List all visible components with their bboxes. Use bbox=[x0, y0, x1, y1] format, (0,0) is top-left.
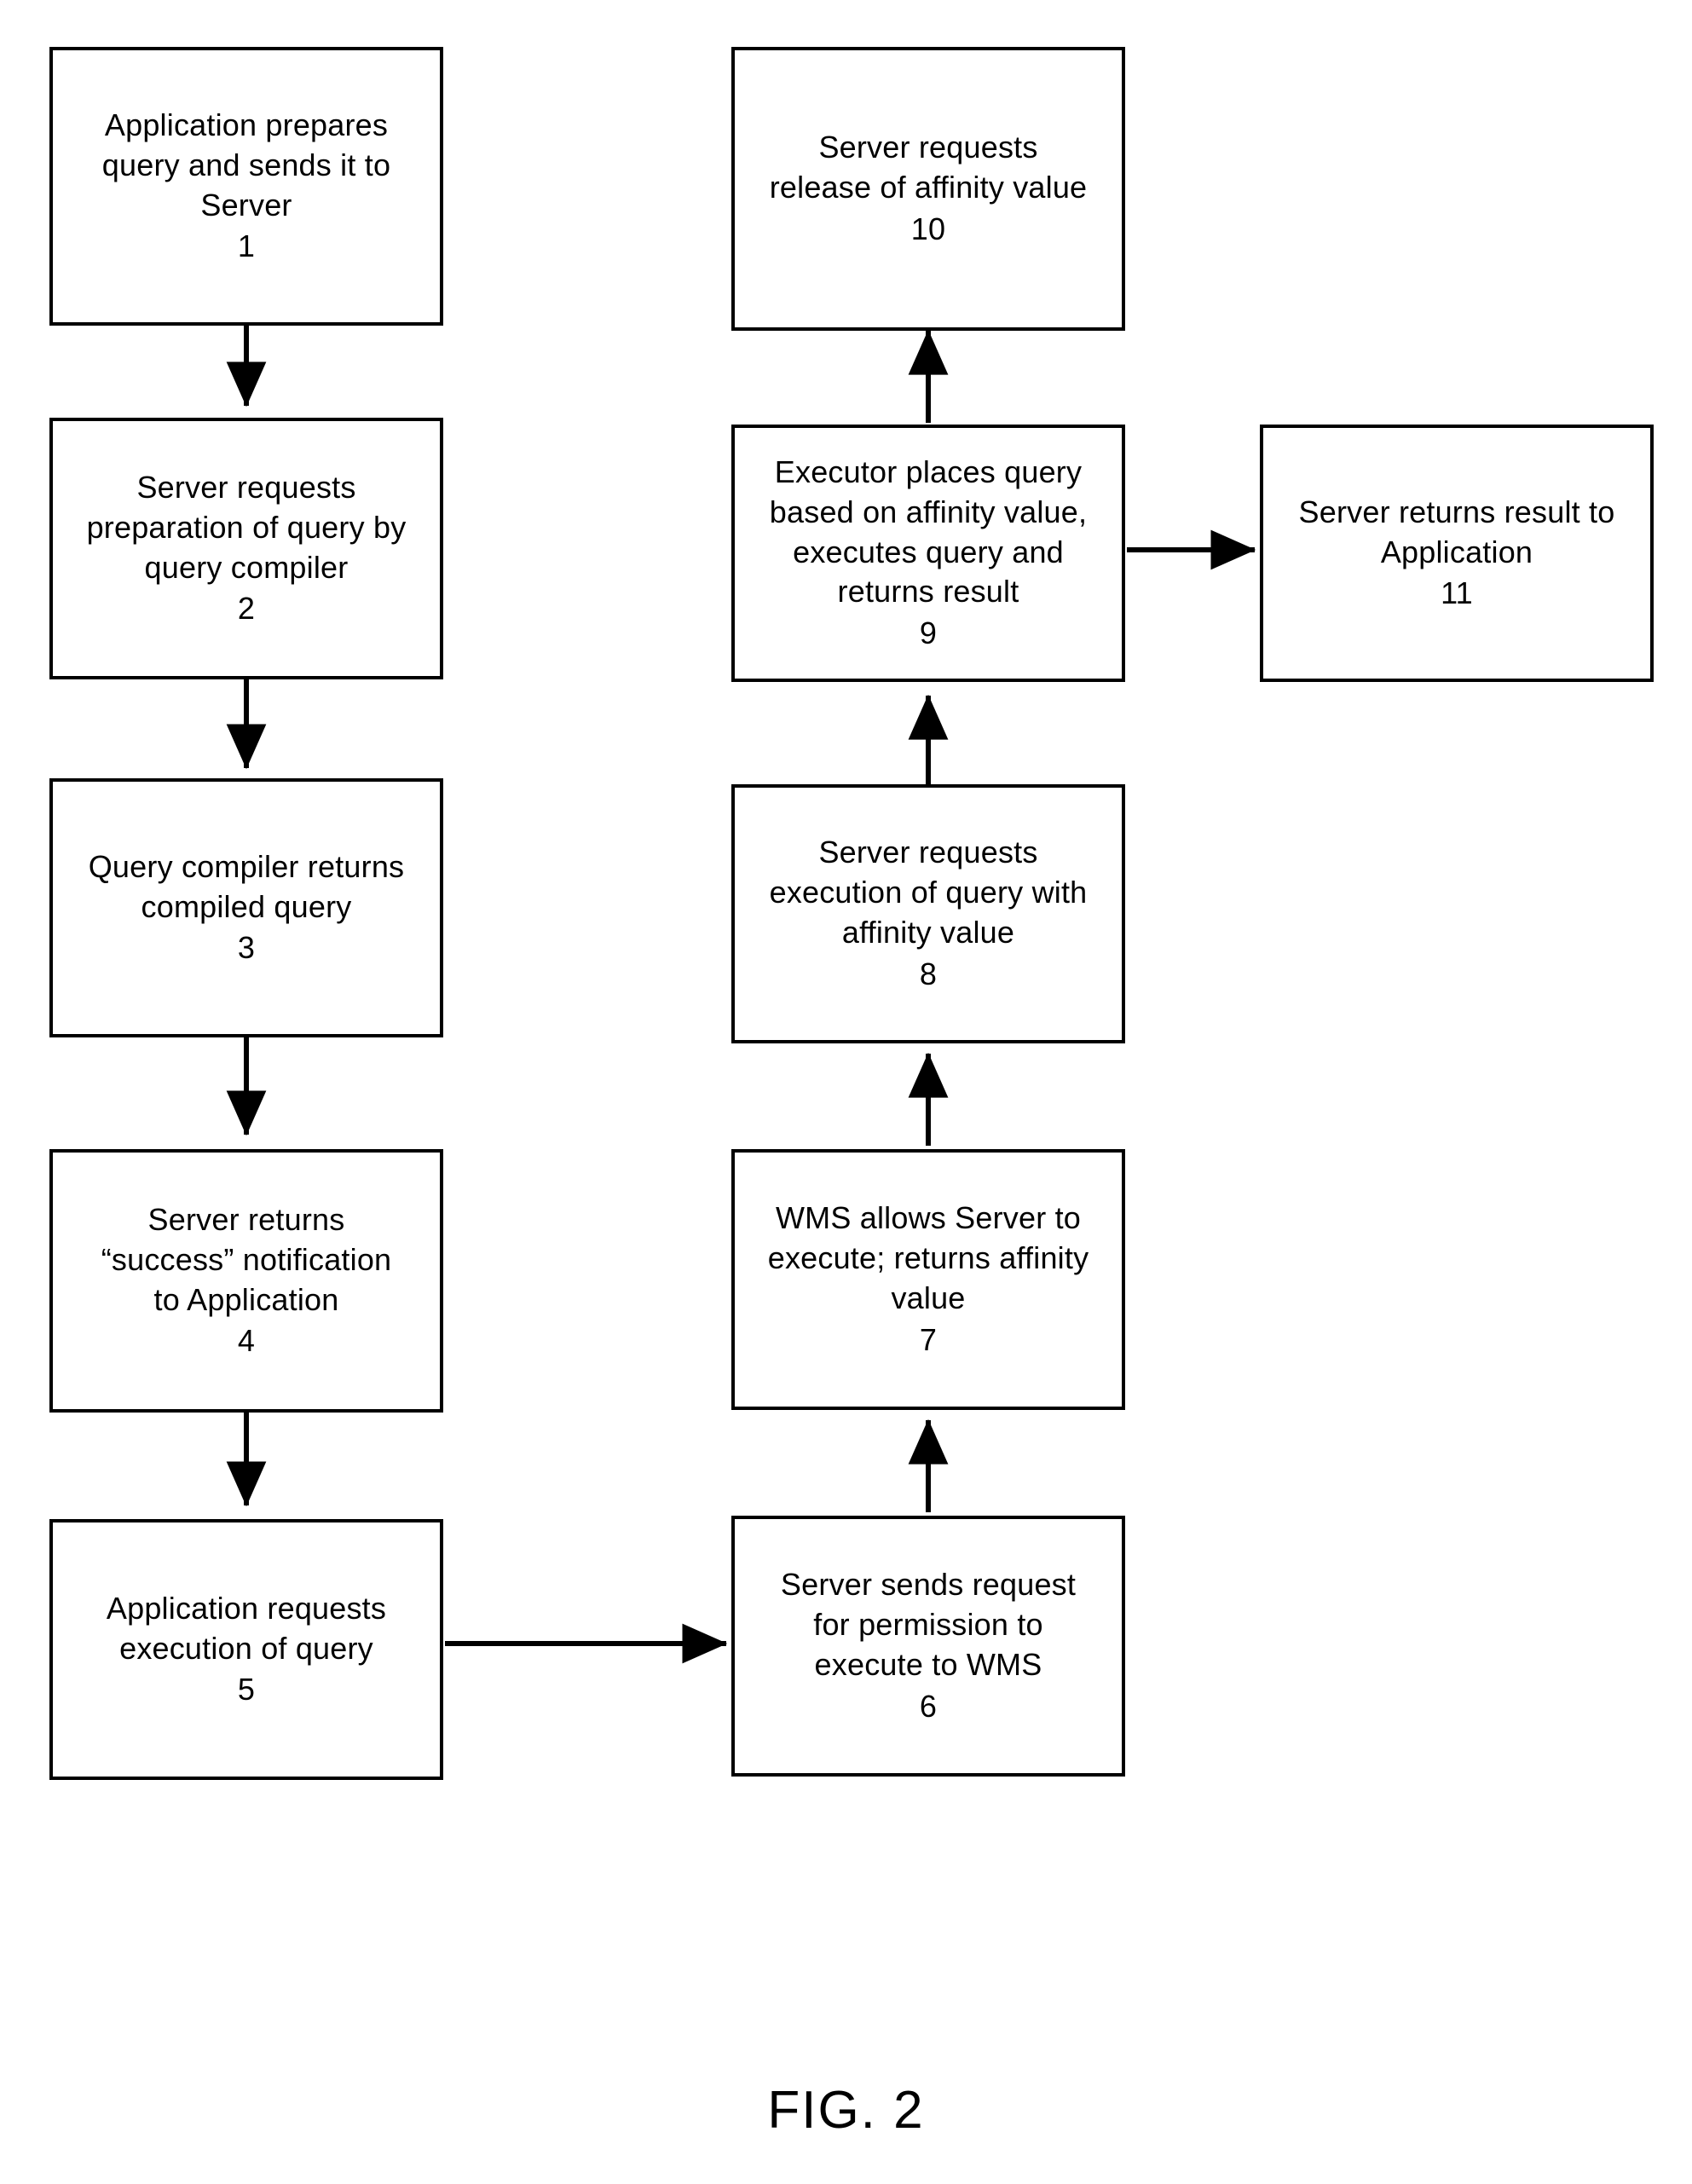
flow-box-4-text: Server returns “success” notification to… bbox=[101, 1201, 392, 1317]
flow-box-11: Server returns result to Application 11 bbox=[1260, 425, 1654, 682]
flow-box-8-text: Server requests execution of query with … bbox=[769, 835, 1088, 950]
flow-box-10-number: 10 bbox=[910, 211, 946, 246]
flow-box-2: Server requests preparation of query by … bbox=[49, 418, 443, 679]
flow-box-1-number: 1 bbox=[237, 228, 256, 264]
flow-box-4-number: 4 bbox=[237, 1323, 256, 1359]
flow-box-2-text: Server requests preparation of query by … bbox=[86, 469, 407, 585]
flow-box-4: Server returns “success” notification to… bbox=[49, 1149, 443, 1413]
flow-box-5-number: 5 bbox=[237, 1672, 256, 1707]
flow-box-3-text: Query compiler returns compiled query bbox=[88, 848, 405, 924]
flow-box-9-text: Executor places query based on affinity … bbox=[769, 454, 1088, 610]
flow-box-7-text: WMS allows Server to execute; returns af… bbox=[767, 1200, 1089, 1315]
figure-caption: FIG. 2 bbox=[767, 2081, 925, 2140]
flow-box-10-text: Server requests release of affinity valu… bbox=[769, 130, 1088, 205]
flow-box-8-number: 8 bbox=[919, 956, 938, 991]
flow-box-5-text: Application requests execution of query bbox=[106, 1590, 387, 1666]
flowchart-diagram: Application prepares query and sends it … bbox=[0, 0, 1692, 2184]
flow-box-3: Query compiler returns compiled query 3 bbox=[49, 778, 443, 1037]
flow-box-8: Server requests execution of query with … bbox=[731, 784, 1125, 1043]
flow-box-10: Server requests release of affinity valu… bbox=[731, 47, 1125, 331]
flow-box-1: Application prepares query and sends it … bbox=[49, 47, 443, 326]
flow-box-11-text: Server returns result to Application bbox=[1298, 494, 1615, 569]
flow-box-9-number: 9 bbox=[919, 615, 938, 651]
flow-box-2-number: 2 bbox=[237, 591, 256, 627]
flow-box-11-number: 11 bbox=[1441, 575, 1473, 611]
flow-box-6: Server sends request for permission to e… bbox=[731, 1516, 1125, 1777]
flow-box-5: Application requests execution of query … bbox=[49, 1519, 443, 1780]
flow-box-6-number: 6 bbox=[919, 1688, 938, 1724]
flow-box-3-number: 3 bbox=[237, 930, 256, 966]
flow-box-7: WMS allows Server to execute; returns af… bbox=[731, 1149, 1125, 1410]
flow-box-6-text: Server sends request for permission to e… bbox=[780, 1567, 1077, 1682]
flow-box-9: Executor places query based on affinity … bbox=[731, 425, 1125, 682]
flow-box-1-text: Application prepares query and sends it … bbox=[101, 107, 391, 222]
flow-box-7-number: 7 bbox=[919, 1321, 938, 1357]
